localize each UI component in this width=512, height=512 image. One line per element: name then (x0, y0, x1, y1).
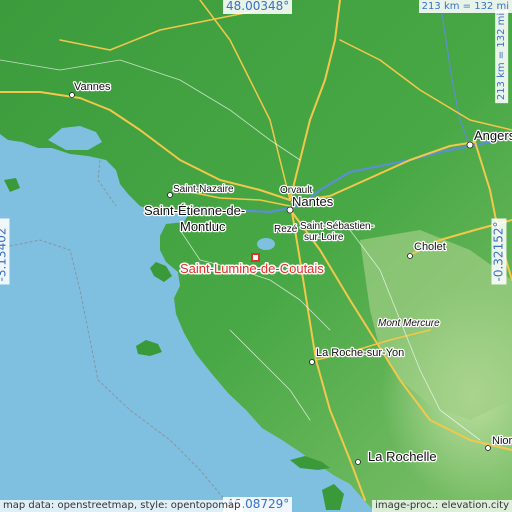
lac-de-grand-lieu (257, 238, 275, 250)
saint-etienne-label-line1: Saint-Étienne-de- (144, 203, 245, 218)
image-credit: image-proc.: elevation.city (372, 500, 512, 512)
saint-nazaire-label: Saint-Nazaire (173, 184, 234, 195)
roche-sur-yon-dot (309, 359, 315, 365)
location-label: Saint-Lumine-de-Coutais (180, 261, 324, 276)
map-canvas[interactable]: Vannes Angers Saint-Nazaire Orvault Nant… (0, 0, 512, 512)
map-data-credit: map data: openstreetmap, style: opentopo… (0, 500, 244, 512)
niort-label: Niort (492, 435, 512, 447)
saint-sebastien-label-line1: Saint-Sébastien- (300, 221, 374, 232)
saint-nazaire-dot (167, 192, 173, 198)
location-marker[interactable] (251, 253, 260, 262)
west-coordinate: -3.13402° (0, 218, 10, 285)
vannes-dot (69, 92, 75, 98)
roche-sur-yon-label: La Roche-sur-Yon (316, 347, 404, 359)
vannes-label: Vannes (74, 81, 111, 93)
east-coordinate: -0.32152° (491, 218, 507, 285)
niort-dot (485, 445, 491, 451)
nantes-label: Nantes (292, 194, 334, 209)
reze-label: Rezé (274, 224, 298, 235)
la-rochelle-label: La Rochelle (368, 449, 437, 464)
angers-dot (466, 141, 474, 149)
saint-etienne-label-line2: Montluc (180, 219, 226, 234)
la-rochelle-dot (355, 459, 361, 465)
cholet-label: Cholet (414, 241, 446, 253)
saint-sebastien-label-line2: sur-Loire (304, 232, 344, 243)
angers-label: Angers (474, 128, 512, 143)
cholet-dot (407, 253, 413, 259)
mont-mercure-label: Mont Mercure (378, 318, 440, 329)
vertical-scale: 213 km = 132 mi (495, 9, 509, 104)
north-coordinate: 48.00348° (223, 0, 293, 14)
